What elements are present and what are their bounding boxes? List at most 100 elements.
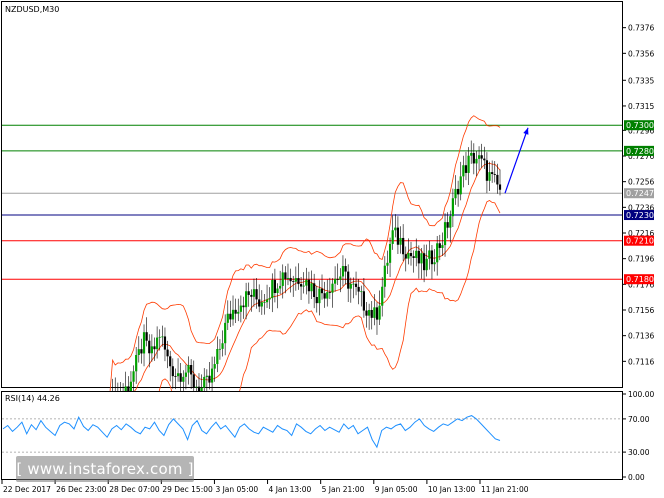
price-tick-label: 0.7335 (628, 76, 654, 85)
candle-body (357, 286, 360, 292)
candle-body (294, 278, 297, 282)
candle-body (394, 227, 397, 231)
price-tick-label: 0.7116 (628, 357, 654, 366)
candle-body (218, 348, 222, 350)
candle-body (443, 222, 447, 246)
rsi-axis: 100.00 70.00 30.00 0.00 (622, 390, 654, 482)
candle-body (221, 343, 224, 349)
candle-body (140, 349, 143, 354)
candle-body (163, 336, 167, 350)
candle-body (129, 381, 133, 392)
candle-body (493, 174, 496, 175)
candle-body (318, 288, 321, 304)
time-tick-label: 26 Dec 23:00 (56, 485, 107, 494)
candle-body (171, 366, 174, 377)
rsi-tick-label: 30.00 (628, 448, 650, 457)
candle-body (265, 299, 269, 303)
candle-body (268, 298, 271, 300)
candle-body (328, 292, 331, 293)
candle-body (263, 302, 266, 304)
candle-body (373, 307, 376, 318)
candle-body (470, 152, 473, 156)
candle-body (459, 176, 462, 195)
candle-body (166, 349, 169, 357)
candle-body (420, 253, 423, 264)
candle-body (425, 258, 428, 271)
candle-body (402, 237, 405, 255)
candle-body (409, 253, 413, 257)
candle-body (208, 375, 211, 383)
candle-body (179, 373, 182, 382)
candle-body (148, 340, 151, 354)
time-tick-label: 29 Dec 15:00 (162, 485, 213, 494)
candle-body (334, 278, 337, 284)
candle-body (457, 188, 460, 195)
candle-body (341, 266, 345, 277)
watermark-text: [ www.instaforex.com ] (16, 460, 194, 478)
candle-body (187, 365, 190, 373)
candle-body (135, 354, 138, 372)
candle-body (250, 294, 253, 297)
candle-body (323, 293, 326, 299)
candle-body (498, 184, 502, 190)
candle-body (407, 253, 410, 259)
candle-body (428, 250, 431, 259)
candle-body (362, 291, 365, 311)
time-axis: 22 Dec 2017 26 Dec 23:00 28 Dec 07:00 29 De… (1, 480, 529, 494)
candle-body (216, 349, 219, 365)
candle-body (375, 307, 379, 320)
candle-body (176, 373, 180, 377)
candle-body (281, 272, 284, 286)
rsi-tick-label: 0.00 (628, 473, 645, 482)
candle-body (286, 277, 290, 279)
candle-body (368, 309, 371, 316)
candle-body (488, 172, 491, 181)
candle-body (449, 216, 452, 228)
candle-body (213, 364, 216, 369)
candle-body (169, 356, 172, 367)
candle-body (273, 279, 276, 294)
candle-body (430, 250, 434, 265)
candle-body (174, 376, 177, 377)
candle-body (354, 283, 358, 287)
price-level-label: 0.7180 (626, 275, 654, 284)
time-tick-label: 5 Jan 21:00 (322, 485, 365, 494)
candle-body (412, 256, 415, 258)
candle-body (224, 322, 227, 344)
candle-body (195, 386, 198, 388)
candle-body (161, 336, 164, 338)
time-tick-label: 10 Jan 13:00 (428, 485, 476, 494)
candle-body (462, 165, 465, 177)
candle-body (307, 279, 311, 292)
price-tick-label: 0.7156 (628, 306, 654, 315)
symbol-label: NZDUSD,M30 (5, 5, 59, 14)
candle-body (472, 152, 475, 164)
time-tick-label: 28 Dec 07:00 (109, 485, 160, 494)
candle-body (436, 243, 439, 263)
candle-body (153, 346, 156, 350)
price-level-label: 0.7300 (626, 121, 654, 130)
candle-body (305, 279, 308, 286)
price-tick-label: 0.7256 (628, 178, 654, 187)
candle-body (485, 160, 489, 181)
candle-body (483, 158, 486, 161)
price-panel (1, 1, 623, 388)
time-tick-label: 22 Dec 2017 (3, 485, 51, 494)
candle-body (260, 302, 263, 307)
candle-body (229, 313, 232, 320)
candle-body (417, 250, 420, 264)
candle-body (451, 198, 454, 217)
candle-body (336, 278, 339, 280)
candle-body (255, 289, 258, 300)
candle-body (491, 172, 494, 175)
candle-body (339, 276, 342, 280)
candle-body (205, 375, 208, 377)
price-tick-label: 0.7376 (628, 24, 654, 33)
candle-body (496, 174, 499, 185)
candle-body (242, 305, 245, 308)
candle-body (234, 309, 237, 314)
candle-body (156, 337, 159, 350)
candle-body (446, 222, 449, 228)
candle-body (360, 291, 363, 293)
candle-body (331, 283, 334, 293)
